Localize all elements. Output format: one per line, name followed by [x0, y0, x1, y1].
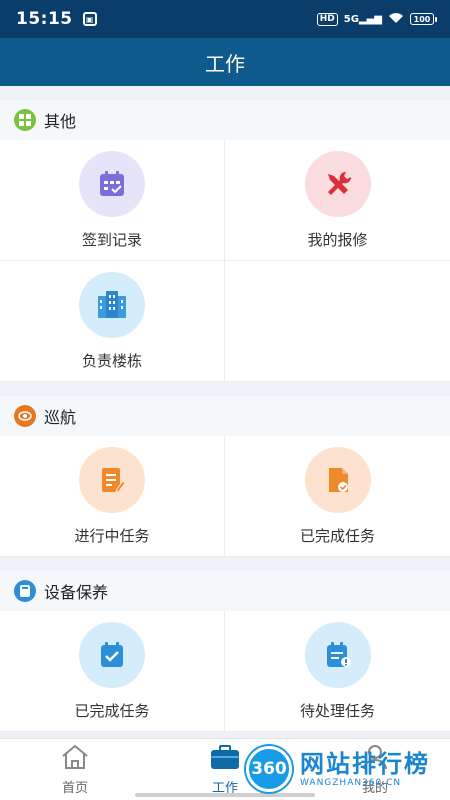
nav-tab-home[interactable]: 首页 — [0, 739, 150, 800]
watermark-subtitle: WANGZHAN360.CN — [300, 778, 402, 788]
section-header-other: 其他 — [0, 100, 450, 140]
document-check-icon — [304, 447, 371, 513]
menu-item-label: 已完成任务 — [299, 527, 375, 545]
menu-item-label: 我的报修 — [307, 231, 368, 249]
menu-item-checkin-records[interactable]: 签到记录 — [0, 140, 225, 261]
calendar-done-icon — [79, 622, 145, 688]
wifi-icon — [388, 12, 404, 27]
status-icons: HD 5G▂▄▆ 100 — [316, 12, 437, 27]
page-title: 工作 — [0, 38, 450, 86]
menu-item-my-repairs[interactable]: 我的报修 — [225, 140, 450, 261]
menu-item-label: 签到记录 — [81, 231, 142, 249]
section-header-patrol: 巡航 — [0, 396, 450, 436]
building-icon — [79, 272, 145, 338]
home-icon — [60, 743, 90, 775]
signal-icon: 5G▂▄▆ — [343, 13, 382, 25]
device-icon — [14, 580, 36, 602]
menu-item-assigned-buildings[interactable]: 负责楼栋 — [0, 261, 225, 382]
status-bar: 15:15 ▣ HD 5G▂▄▆ 100 — [0, 0, 450, 38]
watermark: 360 网站排行榜 WANGZHAN360.CN — [246, 741, 450, 797]
menu-item-maintenance-completed[interactable]: 已完成任务 — [0, 611, 225, 732]
section-grid-maintenance: 已完成任务 待处理任务 — [0, 611, 450, 732]
section-grid-patrol: 进行中任务 已完成任务 — [0, 436, 450, 557]
nav-tab-label: 首页 — [61, 781, 88, 796]
section-header-maintenance: 设备保养 — [0, 571, 450, 611]
calendar-check-icon — [79, 151, 145, 217]
menu-item-label: 进行中任务 — [74, 527, 150, 545]
battery-icon: 100 — [410, 13, 437, 25]
watermark-logo: 360 — [246, 746, 292, 792]
eye-icon — [14, 405, 36, 427]
section-title: 其他 — [44, 112, 77, 131]
menu-item-patrol-in-progress[interactable]: 进行中任务 — [0, 436, 225, 557]
menu-item-label: 已完成任务 — [74, 702, 150, 720]
grid-icon — [14, 109, 36, 131]
briefcase-icon — [209, 743, 241, 775]
notification-icon: ▣ — [82, 12, 97, 26]
section-grid-other: 签到记录 我的报修 负责楼栋 — [0, 140, 450, 382]
empty-cell — [225, 261, 450, 382]
calendar-pending-icon — [304, 622, 371, 688]
section-title: 设备保养 — [44, 583, 109, 602]
document-edit-icon — [79, 447, 145, 513]
menu-item-maintenance-pending[interactable]: 待处理任务 — [225, 611, 450, 732]
section-title: 巡航 — [44, 408, 77, 427]
watermark-title: 网站排行榜 — [300, 750, 430, 778]
work-content: 其他 签到记录 我的报修 负责楼栋 巡航 进行中任务 已完成任务 设备保养 已完… — [0, 86, 450, 738]
hd-icon: HD — [316, 12, 338, 26]
menu-item-patrol-completed[interactable]: 已完成任务 — [225, 436, 450, 557]
repair-tools-icon — [304, 151, 371, 217]
menu-item-label: 负责楼栋 — [81, 352, 142, 370]
menu-item-label: 待处理任务 — [299, 702, 375, 720]
status-time: 15:15 — [16, 9, 73, 29]
